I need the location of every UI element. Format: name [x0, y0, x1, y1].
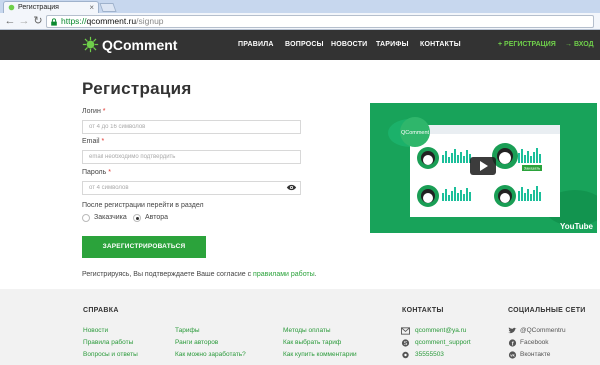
- password-label: Пароль *: [82, 169, 111, 176]
- footer-link-ranks[interactable]: Ранги авторов: [175, 339, 218, 346]
- footer-link-faq[interactable]: Вопросы и ответы: [83, 351, 138, 358]
- password-input[interactable]: [82, 181, 301, 195]
- footer-link-tariffs[interactable]: Тарифы: [175, 327, 200, 334]
- required-mark: *: [101, 138, 105, 145]
- login-input[interactable]: [82, 120, 301, 134]
- footer-link-rules[interactable]: Правила работы: [83, 339, 133, 346]
- logo-bug-icon: [82, 36, 99, 53]
- footer-link-payment[interactable]: Методы оплаты: [283, 327, 331, 334]
- radio-author-label[interactable]: Автора: [145, 214, 168, 222]
- register-link[interactable]: + РЕГИСТРАЦИЯ: [498, 41, 556, 48]
- show-password-eye-icon[interactable]: [286, 184, 297, 191]
- social-facebook[interactable]: f Facebook: [508, 339, 549, 347]
- face-avatar-1: [417, 147, 439, 169]
- login-link[interactable]: → ВХОД: [565, 41, 594, 48]
- nav-questions[interactable]: ВОПРОСЫ: [285, 41, 324, 48]
- favicon-icon: [8, 4, 15, 11]
- face-avatar-4: [494, 185, 516, 207]
- facebook-icon: f: [508, 339, 517, 347]
- contact-email[interactable]: qcomment@ya.ru: [401, 327, 466, 335]
- site-header: QComment ПРАВИЛА ВОПРОСЫ НОВОСТИ ТАРИФЫ …: [0, 30, 600, 60]
- contact-icq[interactable]: 35555503: [401, 351, 444, 359]
- footer-link-buy-comments[interactable]: Как купить комментарии: [283, 351, 357, 358]
- email-label: Email *: [82, 138, 105, 145]
- video-brand: QComment: [401, 130, 430, 136]
- skype-icon: S: [401, 339, 410, 347]
- reload-icon[interactable]: ↻: [31, 14, 45, 28]
- radio-author[interactable]: [133, 214, 141, 222]
- nav-contacts[interactable]: КОНТАКТЫ: [420, 41, 461, 48]
- login-label: Логин *: [82, 108, 106, 115]
- svg-text:f: f: [512, 341, 514, 347]
- promo-video[interactable]: QComment Заказать YouTube: [370, 103, 597, 233]
- forward-arrow-icon[interactable]: →: [17, 14, 31, 28]
- footer-link-earn[interactable]: Как можно заработать?: [175, 351, 246, 358]
- face-avatar-3: [417, 185, 439, 207]
- tab-close-icon[interactable]: ×: [89, 2, 94, 13]
- consent-text: Регистрируясь, Вы подтверждаете Ваше сог…: [82, 271, 317, 278]
- url-path: /signup: [136, 16, 164, 26]
- footer-social-heading: СОЦИАЛЬНЫЕ СЕТИ: [508, 307, 586, 314]
- tab-title: Регистрация: [18, 4, 59, 11]
- envelope-icon: [401, 327, 410, 335]
- twitter-icon: [508, 327, 517, 334]
- social-twitter[interactable]: @QCommentru: [508, 327, 566, 334]
- video-order-button: Заказать: [524, 166, 541, 171]
- email-input[interactable]: [82, 150, 301, 164]
- youtube-logo[interactable]: YouTube: [560, 222, 593, 231]
- nav-rules[interactable]: ПРАВИЛА: [238, 41, 274, 48]
- url-host: qcomment.ru: [86, 16, 137, 26]
- register-submit-button[interactable]: ЗАРЕГИСТРИРОВАТЬСЯ: [82, 236, 206, 258]
- footer-link-news[interactable]: Новости: [83, 327, 108, 334]
- url-scheme: https://: [61, 16, 87, 26]
- required-mark: *: [108, 169, 111, 176]
- required-mark: *: [102, 108, 106, 115]
- nav-tariffs[interactable]: ТАРИФЫ: [376, 41, 409, 48]
- nav-news[interactable]: НОВОСТИ: [331, 41, 367, 48]
- icq-flower-icon: [402, 351, 409, 359]
- svg-text:S: S: [404, 341, 408, 347]
- logo-text: QComment: [102, 37, 178, 53]
- vk-icon: vk: [508, 351, 517, 359]
- radio-customer[interactable]: [82, 214, 90, 222]
- svg-text:vk: vk: [510, 353, 515, 358]
- radio-customer-label[interactable]: Заказчика: [94, 214, 127, 222]
- lock-icon: [51, 18, 57, 26]
- page-title: Регистрация: [82, 79, 192, 98]
- footer-contacts-heading: КОНТАКТЫ: [402, 307, 444, 314]
- back-arrow-icon[interactable]: ←: [3, 14, 17, 28]
- footer-help-heading: СПРАВКА: [83, 307, 119, 314]
- new-tab-button[interactable]: [99, 3, 117, 12]
- video-illustration: QComment Заказать: [388, 117, 597, 226]
- address-bar[interactable]: https://qcomment.ru/signup: [46, 15, 594, 28]
- social-vkontakte[interactable]: vk Вконтакте: [508, 351, 550, 359]
- footer-link-choose-tariff[interactable]: Как выбрать тариф: [283, 339, 341, 346]
- redirect-label: После регистрации перейти в раздел: [82, 202, 204, 209]
- rules-link[interactable]: правилами работы: [253, 271, 315, 278]
- contact-skype[interactable]: S qcomment_support: [401, 339, 471, 347]
- browser-toolbar: ← → ↻ https://qcomment.ru/signup: [0, 13, 600, 30]
- browser-tabstrip: Регистрация ×: [0, 0, 600, 13]
- browser-tab[interactable]: Регистрация ×: [3, 1, 99, 13]
